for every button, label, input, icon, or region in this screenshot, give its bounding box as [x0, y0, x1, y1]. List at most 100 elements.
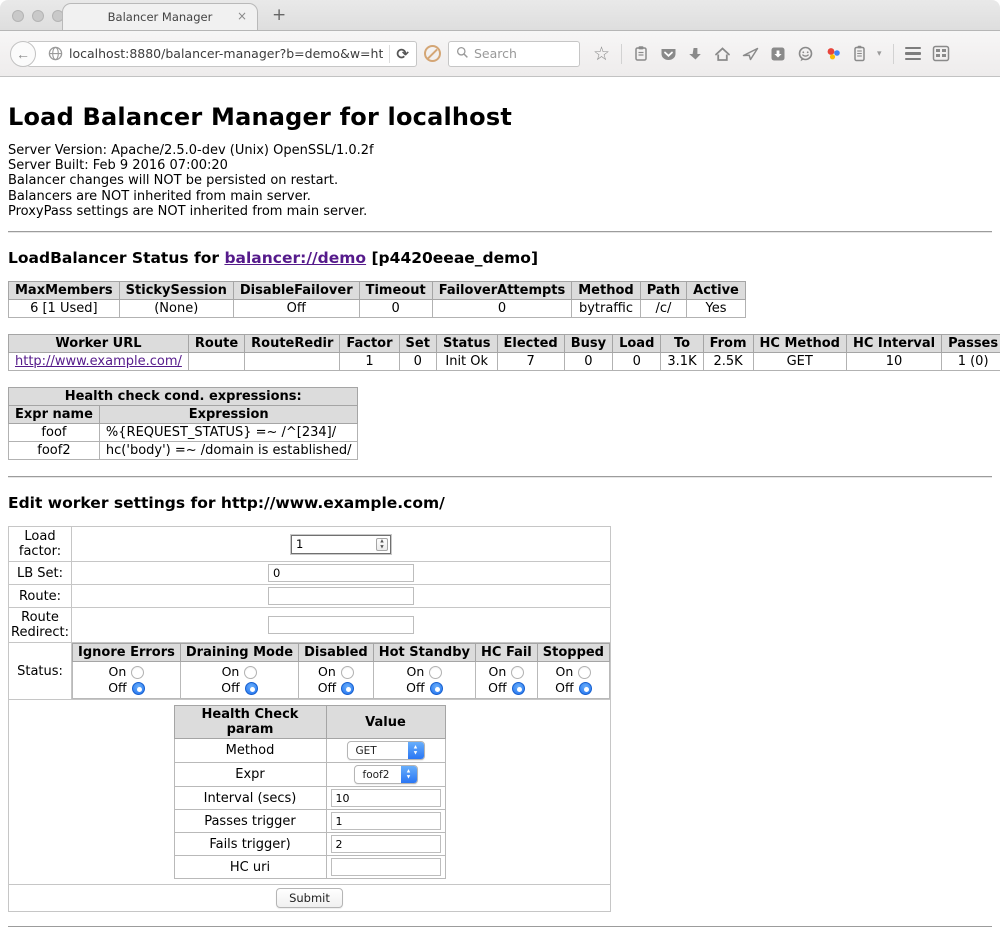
minimize-window-button[interactable] [32, 10, 44, 22]
table-row: http://www.example.com/ 1 0 Init Ok 7 0 … [9, 353, 1000, 371]
window-controls [12, 10, 64, 22]
status-row: Status: Ignore ErrorsDraining ModeDisabl… [9, 643, 611, 700]
divider [8, 231, 992, 233]
url-text[interactable]: localhost:8880/balancer-manager?b=demo&w… [69, 46, 383, 61]
on-label: On [488, 664, 506, 680]
number-stepper-icon[interactable]: ▲▼ [376, 538, 388, 551]
menu-icon[interactable] [905, 47, 921, 61]
balancer-link[interactable]: balancer://demo [224, 249, 366, 267]
status-on-radio[interactable] [244, 666, 257, 679]
server-info-line: Balancer changes will NOT be persisted o… [8, 173, 992, 188]
download-icon[interactable] [688, 46, 703, 62]
reload-icon[interactable]: ⟳ [396, 45, 409, 63]
health-check-row: Health Check param Value Method GET [9, 700, 611, 885]
worker-url-link[interactable]: http://www.example.com/ [15, 354, 182, 369]
column-header: StickySession [119, 282, 233, 300]
status-off-radio[interactable] [579, 682, 592, 695]
navigation-toolbar: ← localhost:8880/balancer-manager?b=demo… [0, 31, 1000, 77]
form-row: Passes trigger [174, 810, 445, 833]
server-info: Server Version: Apache/2.5.0-dev (Unix) … [8, 143, 992, 219]
browser-window: Balancer Manager × + ← localhost:8880/ba… [0, 0, 1000, 927]
form-row: Route: [9, 585, 611, 608]
send-icon[interactable] [742, 46, 759, 62]
on-label: On [318, 664, 336, 680]
save-page-icon[interactable] [770, 46, 786, 62]
toolbar-divider [621, 44, 622, 64]
text-field[interactable] [268, 587, 414, 605]
server-info-line: ProxyPass settings are NOT inherited fro… [8, 204, 992, 219]
column-header: Factor [340, 335, 399, 353]
colored-dots-icon[interactable] [825, 46, 842, 62]
on-label: On [406, 664, 424, 680]
status-off-radio[interactable] [132, 682, 145, 695]
new-tab-button[interactable]: + [272, 3, 294, 30]
column-header: DisableFailover [233, 282, 359, 300]
url-bar[interactable]: localhost:8880/balancer-manager?b=demo&w… [27, 41, 417, 67]
status-off-radio[interactable] [430, 682, 443, 695]
text-field[interactable] [331, 835, 441, 853]
table-cell: 0 [613, 353, 661, 371]
reading-list-icon[interactable] [853, 45, 866, 62]
bookmark-star-icon[interactable]: ☆ [593, 45, 610, 63]
close-window-button[interactable] [12, 10, 24, 22]
status-radio-cell: On Off [73, 662, 181, 699]
status-on-radio[interactable] [131, 666, 144, 679]
chevron-down-icon[interactable]: ▾ [877, 49, 882, 59]
column-header: To [661, 335, 703, 353]
browser-tab[interactable]: Balancer Manager × [62, 3, 258, 30]
search-field[interactable]: Search [448, 41, 580, 67]
content-blocker-icon[interactable] [424, 45, 441, 62]
form-row: Method GET ▲▼ [174, 739, 445, 763]
pocket-icon[interactable] [660, 46, 677, 62]
url-divider [389, 45, 390, 63]
page-content: Load Balancer Manager for localhost Serv… [0, 77, 1000, 927]
status-on-radio[interactable] [511, 666, 524, 679]
close-tab-icon[interactable]: × [237, 10, 247, 22]
on-label: On [555, 664, 573, 680]
column-header: HC Interval [846, 335, 941, 353]
status-options-table: Ignore ErrorsDraining ModeDisabledHot St… [72, 643, 610, 699]
text-field[interactable] [268, 616, 414, 634]
status-on-radio[interactable] [578, 666, 591, 679]
status-column-header: Ignore Errors [73, 644, 181, 662]
column-header: Path [640, 282, 686, 300]
page-title: Load Balancer Manager for localhost [8, 103, 992, 131]
on-label: On [222, 664, 240, 680]
column-header: RouteRedir [245, 335, 340, 353]
column-header: HC Method [753, 335, 846, 353]
text-field[interactable] [331, 858, 441, 876]
status-column-header: HC Fail [476, 644, 538, 662]
submit-button[interactable]: Submit [276, 888, 343, 908]
column-header: Timeout [359, 282, 432, 300]
off-label: Off [221, 680, 239, 696]
home-icon[interactable] [714, 46, 731, 62]
text-field[interactable] [331, 789, 441, 807]
table-cell: 0 [432, 300, 572, 318]
column-header: Elected [497, 335, 564, 353]
chat-smiley-icon[interactable] [797, 46, 814, 62]
back-button[interactable]: ← [10, 41, 36, 67]
clipboard-icon[interactable] [633, 45, 649, 62]
field-label: LB Set: [9, 562, 72, 585]
submit-row: Submit [9, 885, 611, 912]
status-radio-cell: On Off [299, 662, 374, 699]
column-header: Expr name [9, 406, 100, 424]
status-off-radio[interactable] [245, 682, 258, 695]
expr-select[interactable]: foof2 ▲▼ [354, 765, 418, 784]
text-field[interactable] [331, 812, 441, 830]
status-off-radio[interactable] [341, 682, 354, 695]
status-radio-cell: On Off [373, 662, 475, 699]
form-row: Load factor: ▲▼ [9, 527, 611, 562]
status-column-header: Draining Mode [180, 644, 298, 662]
status-on-radio[interactable] [429, 666, 442, 679]
on-label: On [109, 664, 127, 680]
text-field[interactable] [268, 564, 414, 582]
server-info-line: Server Version: Apache/2.5.0-dev (Unix) … [8, 143, 992, 158]
method-select[interactable]: GET ▲▼ [347, 741, 425, 760]
tab-grid-icon[interactable] [932, 45, 950, 62]
table-cell: 7 [497, 353, 564, 371]
form-row: Fails trigger) [174, 833, 445, 856]
table-cell: 0 [359, 300, 432, 318]
status-off-radio[interactable] [512, 682, 525, 695]
status-on-radio[interactable] [341, 666, 354, 679]
